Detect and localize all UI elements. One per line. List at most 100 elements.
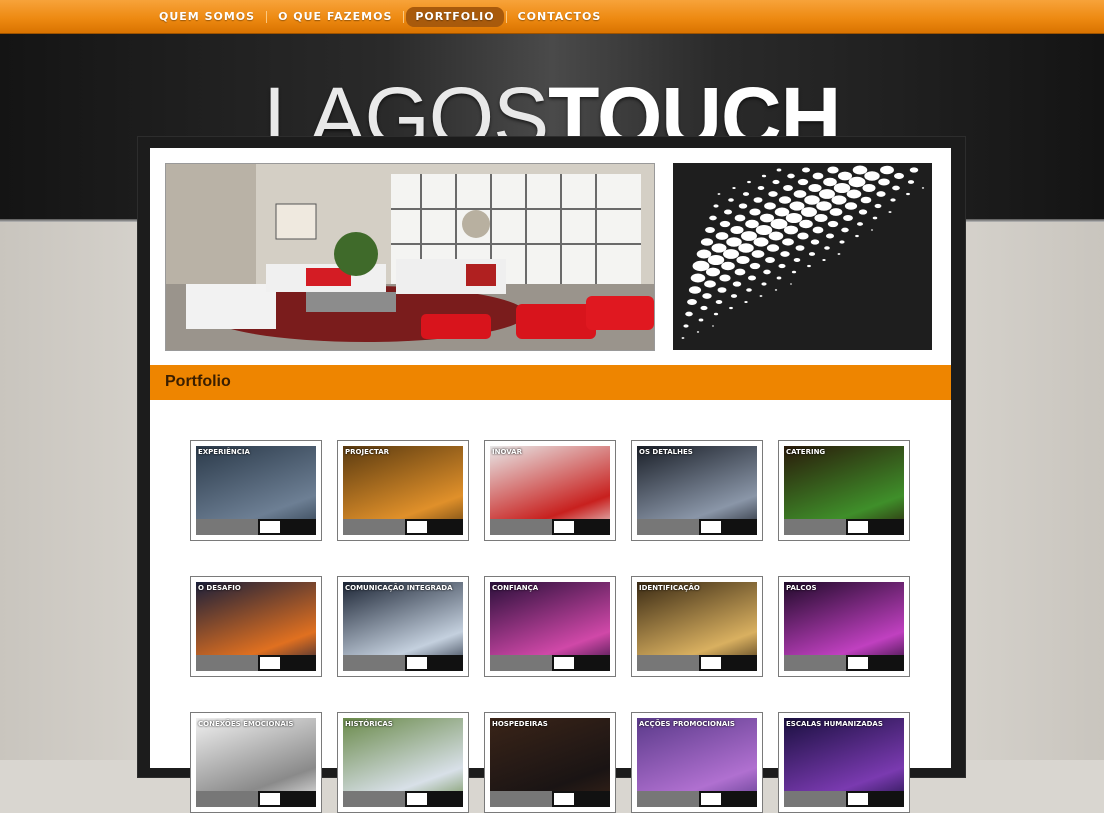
halftone-dot <box>700 305 708 311</box>
portfolio-thumb-image: COMUNICAÇÃO INTEGRADA <box>343 582 463 671</box>
halftone-dot <box>761 282 767 286</box>
halftone-dot <box>789 201 805 211</box>
halftone-dot <box>808 183 822 193</box>
nav-item-contactos[interactable]: CONTACTOS <box>509 7 611 27</box>
halftone-dot <box>816 201 832 211</box>
halftone-dot <box>801 207 817 217</box>
portfolio-thumb[interactable]: INOVAR <box>484 440 616 541</box>
portfolio-thumb-caption: CONFIANÇA <box>492 584 539 592</box>
halftone-dot <box>797 232 809 240</box>
halftone-dot <box>824 246 830 250</box>
halftone-dot <box>797 178 809 186</box>
halftone-dot <box>783 184 793 192</box>
halftone-dot <box>804 195 820 205</box>
portfolio-thumb[interactable]: PALCOS <box>778 576 910 677</box>
portfolio-thumb[interactable]: HISTÓRICAS <box>337 712 469 813</box>
halftone-dot <box>719 274 731 282</box>
halftone-dot <box>921 187 925 189</box>
halftone-dot <box>841 227 849 233</box>
nav-separator <box>266 10 268 23</box>
halftone-dot <box>837 253 841 255</box>
halftone-dot <box>690 273 706 283</box>
halftone-dot <box>819 189 835 199</box>
halftone-dot <box>734 268 746 276</box>
portfolio-thumb-strip <box>343 655 463 671</box>
halftone-dot <box>757 185 765 191</box>
halftone-dot <box>825 233 835 239</box>
portfolio-thumb-strip <box>490 519 610 535</box>
halftone-dot <box>723 249 739 259</box>
halftone-dot <box>812 172 824 180</box>
halftone-dot <box>878 178 890 186</box>
portfolio-thumb-image: HISTÓRICAS <box>343 718 463 807</box>
halftone-dot <box>741 231 757 241</box>
halftone-dot <box>728 198 734 202</box>
portfolio-thumb[interactable]: CONEXÕES EMOCIONAIS <box>190 712 322 813</box>
portfolio-thumb-strip <box>343 791 463 807</box>
halftone-dot <box>759 213 775 223</box>
halftone-dot <box>858 209 868 215</box>
halftone-dot <box>829 208 843 216</box>
halftone-dot <box>839 240 845 244</box>
nav-item-portfolio[interactable]: PORTFOLIO <box>406 6 504 27</box>
halftone-dot <box>696 249 712 259</box>
halftone-dot <box>780 251 790 257</box>
portfolio-thumb[interactable]: HOSPEDEIRAS <box>484 712 616 813</box>
halftone-dot <box>721 261 735 271</box>
portfolio-thumb-caption: EXPERIÊNCIA <box>198 448 250 456</box>
portfolio-thumb[interactable]: O DESAFIO <box>190 576 322 677</box>
portfolio-thumb[interactable]: ACÇÕES PROMOCIONAIS <box>631 712 763 813</box>
halftone-dot <box>746 288 752 292</box>
portfolio-thumb-caption: PALCOS <box>786 584 817 592</box>
halftone-dot <box>712 325 714 327</box>
portfolio-thumb[interactable]: COMUNICAÇÃO INTEGRADA <box>337 576 469 677</box>
halftone-dot <box>833 182 851 194</box>
nav-separator <box>505 10 507 23</box>
portfolio-thumb-strip <box>196 791 316 807</box>
halftone-dot <box>870 229 874 231</box>
halftone-dot <box>791 270 797 274</box>
portfolio-thumb-caption: PROJECTAR <box>345 448 390 456</box>
nav-item-o-que-fazemos[interactable]: O QUE FAZEMOS <box>269 7 401 27</box>
portfolio-thumb[interactable]: IDENTIFICAÇÃO <box>631 576 763 677</box>
halftone-dot <box>787 173 795 179</box>
halftone-dot <box>812 226 824 234</box>
portfolio-thumb-strip <box>637 791 757 807</box>
portfolio-thumb[interactable]: ESCALAS HUMANIZADAS <box>778 712 910 813</box>
section-title: Portfolio <box>165 373 231 390</box>
portfolio-thumb[interactable]: PROJECTAR <box>337 440 469 541</box>
portfolio-thumb-strip <box>784 791 904 807</box>
portfolio-thumb[interactable]: OS DETALHES <box>631 440 763 541</box>
nav-item-quem-somos[interactable]: QUEM SOMOS <box>150 7 264 27</box>
halftone-dot <box>687 298 697 306</box>
halftone-dot <box>755 224 773 236</box>
halftone-dot <box>688 286 702 294</box>
portfolio-thumb-caption: ESCALAS HUMANIZADAS <box>786 720 883 728</box>
halftone-dot <box>747 275 757 281</box>
halftone-dot <box>734 214 746 222</box>
halftone-dot <box>763 269 771 275</box>
halftone-dot <box>709 215 717 221</box>
halftone-dot <box>872 216 878 220</box>
halftone-dot <box>717 287 727 293</box>
halftone-dot <box>823 177 837 187</box>
halftone-dot <box>892 185 900 191</box>
section-header: Portfolio <box>150 365 951 400</box>
portfolio-thumb-strip <box>490 655 610 671</box>
portfolio-thumb-caption: CONEXÕES EMOCIONAIS <box>198 720 294 728</box>
halftone-dot <box>776 276 782 280</box>
portfolio-thumb-image: ACÇÕES PROMOCIONAIS <box>637 718 757 807</box>
halftone-dot <box>692 260 710 272</box>
portfolio-thumb[interactable]: EXPERIÊNCIA <box>190 440 322 541</box>
halftone-dot <box>744 300 748 304</box>
halftone-dot <box>844 202 858 210</box>
halftone-dot <box>759 295 763 297</box>
halftone-dot <box>717 193 721 195</box>
halftone-dot <box>793 257 801 263</box>
halftone-dot <box>766 244 780 252</box>
portfolio-thumb[interactable]: CATERING <box>778 440 910 541</box>
portfolio-thumb[interactable]: CONFIANÇA <box>484 576 616 677</box>
halftone-dot <box>814 213 828 223</box>
halftone-dot <box>749 208 761 216</box>
halftone-dot <box>856 222 864 226</box>
